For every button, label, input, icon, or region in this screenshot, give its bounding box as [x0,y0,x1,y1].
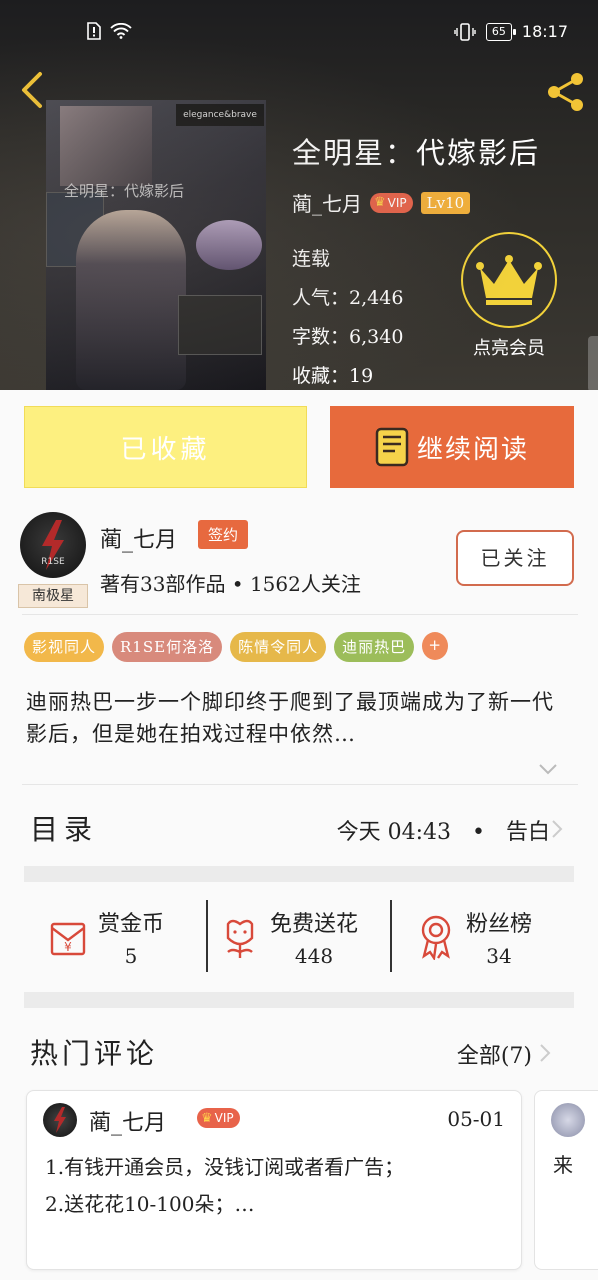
all-comments-link[interactable]: 全部(7) [457,1038,532,1070]
comment-body: 来 [553,1153,573,1177]
tag-item[interactable]: 陈情令同人 [230,632,327,662]
divider [22,614,578,615]
vip-member-label: 点亮会员 [473,338,545,359]
tag-item[interactable]: R1SE何洛洛 [112,632,223,662]
cover-figure [76,210,186,390]
comments-header: 热门评论 全部(7) [0,1018,598,1082]
book-title: 全明星：代嫁影后 [292,136,541,170]
comment-card[interactable]: 蔺_七月 ♛ VIP 05-01 1.有钱开通会员，没钱订阅或者看广告； 2.送… [26,1090,522,1270]
comment-card[interactable]: 来 [534,1090,598,1270]
cover-player [178,295,262,355]
comment-body: 1.有钱开通会员，没钱订阅或者看广告； 2.送花花10-100朵；… [45,1155,405,1216]
follow-button[interactable]: 已关注 [456,530,574,586]
red-envelope-icon: ¥ [50,922,86,956]
status-bar: 65 18:17 [0,0,598,60]
share-button[interactable] [544,70,588,114]
popularity-value: 2,446 [349,287,404,309]
clock: 18:17 [521,22,568,41]
author-avatar[interactable]: R1SE [20,512,86,578]
sim-alert-icon [87,22,101,40]
svg-text:R1SE: R1SE [41,557,65,567]
vip-member-button[interactable]: 点亮会员 [458,232,560,360]
tag-list: 影视同人 R1SE何洛洛 陈情令同人 迪丽热巴 + [24,632,449,662]
toc-title: 目录 [30,813,99,846]
reward-value: 5 [124,944,138,968]
book-header: 65 18:17 elegance&brave 全明星：代嫁影后 全明星：代嫁影… [0,0,598,390]
free-flower-reward[interactable]: 免费送花 448 [220,882,390,992]
section-separator [24,866,574,882]
tag-item[interactable]: 影视同人 [24,632,105,662]
popularity-row: 人气：2,446 [292,287,404,309]
avatar-tag: 南极星 [18,584,88,608]
divider [22,784,578,785]
favorites-row: 收藏：19 [292,365,374,387]
divider [390,900,392,972]
flower-icon [226,919,254,958]
serial-status: 连载 [292,248,331,270]
chevron-down-icon[interactable] [538,762,558,776]
favorites-value: 19 [349,365,374,387]
latest-chapter: 今天 04:43 • 告白 [336,820,550,845]
comments-title: 热门评论 [30,1037,159,1070]
signed-badge: 签约 [198,520,249,549]
table-of-contents-row[interactable]: 目录 今天 04:43 • 告白 [0,792,598,862]
section-separator [24,992,574,1008]
scroll-indicator [588,336,598,392]
author-meta: 著有33部作品 • 1562人关注 [100,572,361,596]
fan-ranking-reward[interactable]: 粉丝榜 34 [416,882,566,992]
collected-button[interactable]: 已收藏 [24,406,307,488]
crown-icon: ♛ [201,1110,213,1126]
level-badge: Lv10 [420,191,471,214]
commenter-name[interactable]: 蔺_七月 [89,1105,166,1137]
cover-portrait [196,220,262,270]
add-tag-button[interactable]: + [422,632,449,660]
lightning-logo-icon [54,1107,66,1133]
divider [206,900,208,972]
vip-badge: ♛ VIP [370,192,413,213]
book-detail-content: 已收藏 继续阅读 R1SE 南极星 蔺_七月 签约 著有33部作品 • 1562… [0,390,598,1280]
commenter-avatar[interactable] [43,1103,77,1137]
reward-value: 34 [486,944,512,968]
author-name[interactable]: 蔺_七月 [100,522,177,554]
tag-item[interactable]: 迪丽热巴 [334,632,415,662]
action-row: 已收藏 继续阅读 [24,406,574,488]
share-icon [548,73,583,111]
author-card: R1SE 南极星 蔺_七月 签约 著有33部作品 • 1562人关注 已关注 [0,506,598,616]
reward-label: 粉丝榜 [466,912,533,937]
continue-reading-label: 继续阅读 [416,434,529,465]
cover-caption: elegance&brave [176,104,264,126]
book-stats: 连载 人气：2,446 字数：6,340 收藏：19 [292,240,403,390]
svg-text:¥: ¥ [64,940,72,954]
reward-row: ¥ 赏金币 5 免费送花 448 粉丝榜 34 [24,882,574,992]
book-icon [375,427,409,467]
crown-icon [476,255,542,305]
battery-indicator: 65 [485,22,516,41]
comment-date: 05-01 [447,1107,505,1131]
author-line: 蔺_七月 ♛ VIP Lv10 [292,188,471,217]
chevron-right-icon[interactable] [538,1042,552,1064]
medal-icon [421,915,451,960]
wifi-icon [110,23,132,39]
reward-label: 赏金币 [98,912,165,937]
author-name[interactable]: 蔺_七月 [292,188,362,217]
word-count-value: 6,340 [349,326,404,348]
gold-coin-reward[interactable]: ¥ 赏金币 5 [44,882,204,992]
crown-icon: ♛ [374,195,386,210]
cover-photo [60,106,152,186]
vibrate-icon [454,22,476,41]
synopsis[interactable]: 迪丽热巴一步一个脚印终于爬到了最顶端成为了新一代影后，但是她在拍戏过程中依然… [26,686,574,750]
cover-title: 全明星：代嫁影后 [64,182,185,200]
chevron-right-icon [552,820,563,838]
reward-value: 448 [294,944,334,968]
book-cover[interactable]: elegance&brave 全明星：代嫁影后 [46,100,266,390]
continue-reading-button[interactable]: 继续阅读 [330,406,574,488]
word-count-row: 字数：6,340 [292,326,404,348]
reward-label: 免费送花 [270,912,359,937]
lightning-logo-icon: R1SE [41,520,65,570]
vip-badge: ♛ VIP [197,1108,240,1128]
crown-badge [461,232,557,328]
commenter-avatar[interactable] [551,1103,585,1137]
